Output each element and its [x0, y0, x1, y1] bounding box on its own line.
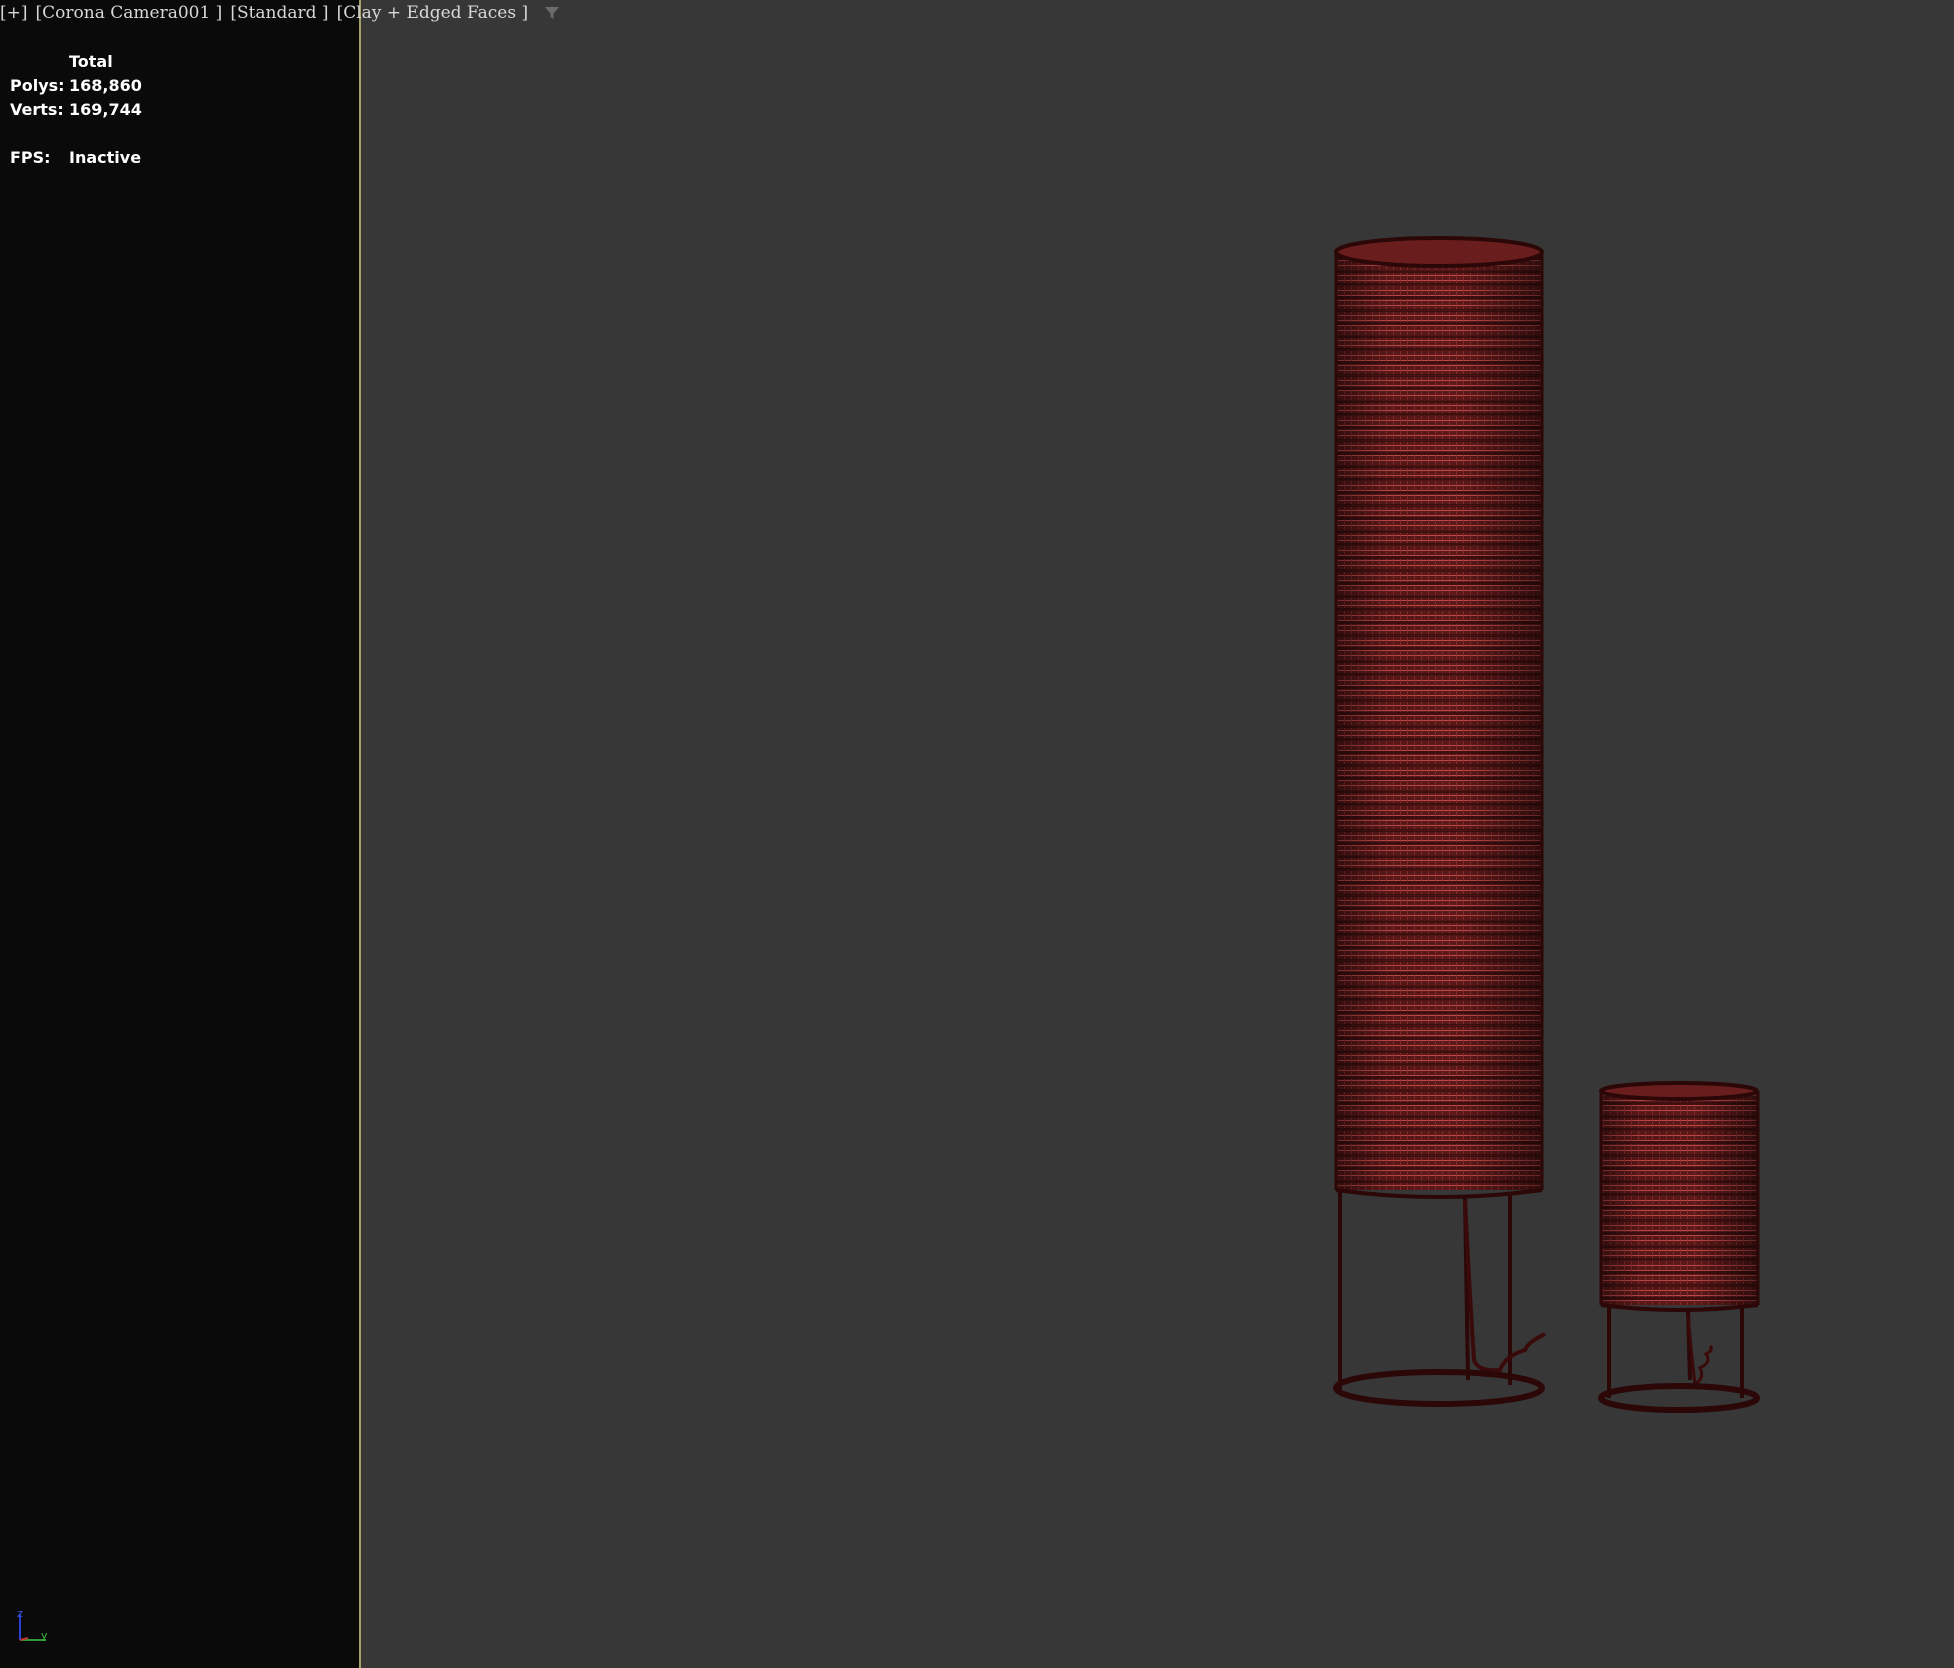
- stats-fps-label: FPS:: [10, 148, 51, 167]
- axis-tripod-icon: z y: [17, 1608, 48, 1642]
- viewport-shading-label[interactable]: [Clay + Edged Faces ]: [337, 3, 529, 23]
- viewport-standard-label[interactable]: [Standard ]: [230, 3, 328, 23]
- viewport-label[interactable]: [+] [Corona Camera001 ] [Standard ] [Cla…: [0, 0, 562, 26]
- stats-fps-value: Inactive: [69, 148, 142, 167]
- viewport-menu-plus[interactable]: [+]: [0, 3, 28, 23]
- stats-polys-value: 168,860: [69, 76, 142, 95]
- axis-y-label: y: [41, 1629, 48, 1642]
- funnel-filter-icon[interactable]: [542, 3, 562, 23]
- safe-frame-border: [359, 0, 361, 1668]
- stats-polys-label: Polys:: [10, 76, 65, 95]
- safe-frame-mask: [0, 0, 359, 1668]
- statistics-overlay: Total Polys: 168,860 Verts: 169,744 FPS:…: [10, 50, 142, 170]
- stats-verts-label: Verts:: [10, 100, 64, 119]
- stats-total-header: Total: [69, 52, 113, 71]
- stats-verts-value: 169,744: [69, 100, 142, 119]
- viewport[interactable]: [+] [Corona Camera001 ] [Standard ] [Cla…: [0, 0, 1954, 1668]
- tall-lamp[interactable]: [1333, 236, 1546, 1407]
- axis-z-label: z: [17, 1608, 23, 1620]
- short-lamp[interactable]: [1598, 1081, 1760, 1413]
- viewport-camera-label[interactable]: [Corona Camera001 ]: [36, 3, 223, 23]
